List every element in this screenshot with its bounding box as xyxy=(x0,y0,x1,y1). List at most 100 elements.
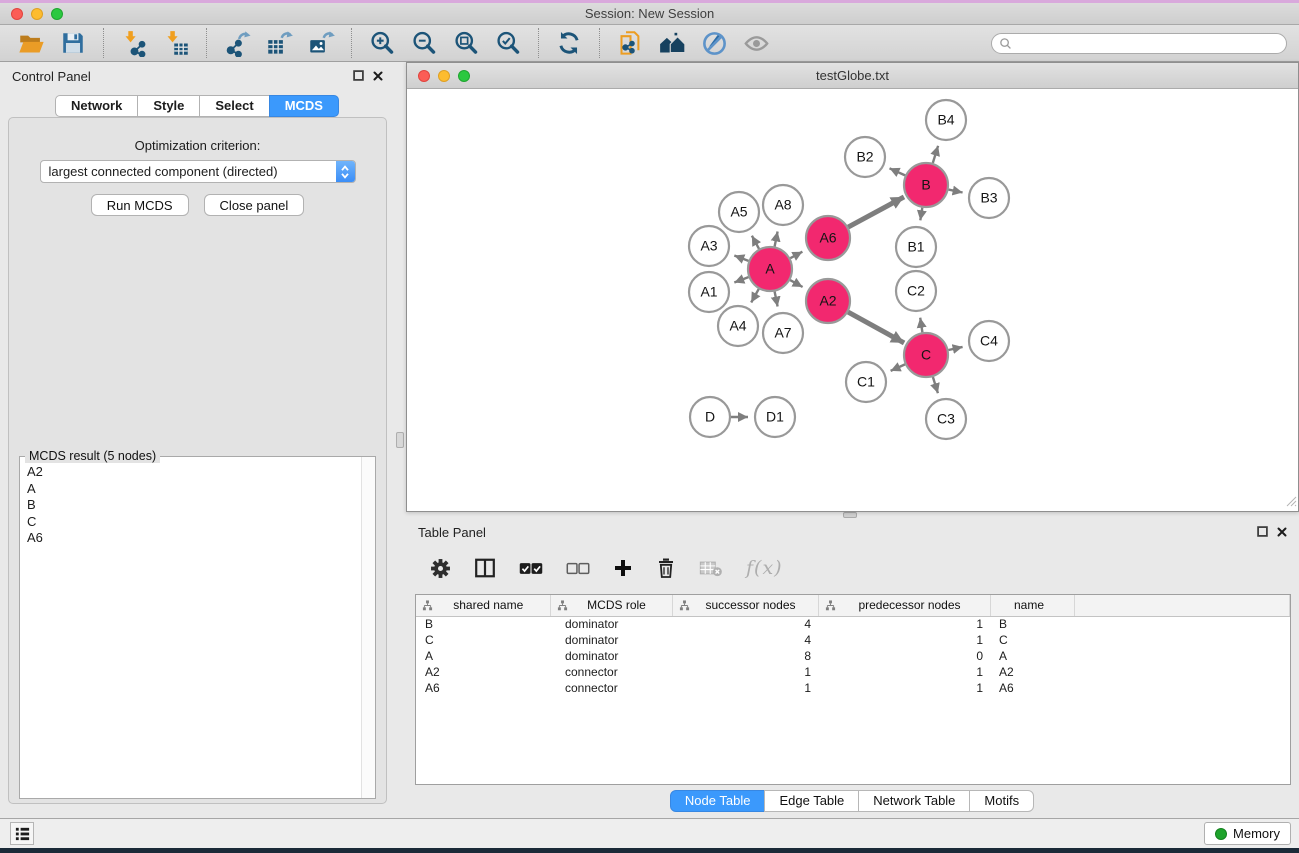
float-panel-icon[interactable] xyxy=(353,69,364,84)
zoom-selected-icon[interactable] xyxy=(493,28,523,58)
task-history-icon[interactable] xyxy=(10,822,34,845)
graph-edge-A6-B[interactable] xyxy=(848,197,904,227)
graph-edge-B-B4[interactable] xyxy=(933,146,938,163)
close-panel-icon[interactable] xyxy=(373,69,383,84)
hide-graphics-details-icon[interactable] xyxy=(699,28,729,58)
delete-table-icon[interactable] xyxy=(699,560,723,577)
graph-edge-A-A1[interactable] xyxy=(734,277,748,282)
graph-edge-C-C2[interactable] xyxy=(920,318,922,333)
graph-edge-A-A5[interactable] xyxy=(752,236,759,249)
table-row[interactable]: Adominator80A xyxy=(416,648,1290,664)
node-table[interactable]: shared nameMCDS rolesuccessor nodesprede… xyxy=(416,595,1290,696)
graph-edge-B-B1[interactable] xyxy=(920,208,922,221)
deselect-all-icon[interactable] xyxy=(566,561,590,576)
import-table-icon[interactable] xyxy=(161,28,191,58)
table-cell[interactable]: 1 xyxy=(818,664,990,680)
birds-eye-view-icon[interactable] xyxy=(741,28,771,58)
table-cell[interactable]: 0 xyxy=(818,648,990,664)
resize-grip-icon[interactable] xyxy=(1286,495,1297,510)
table-cell[interactable]: dominator xyxy=(550,616,672,632)
network-graph[interactable]: B4B2BB3A8A5A6A3B1AA1C2A2A4A7C4CC1C3DD1 xyxy=(407,89,1298,511)
tab-edge-table[interactable]: Edge Table xyxy=(764,790,859,812)
graph-edge-A-A8[interactable] xyxy=(775,232,778,247)
mcds-result-scrollbar[interactable] xyxy=(361,457,375,798)
tab-motifs[interactable]: Motifs xyxy=(969,790,1034,812)
table-cell[interactable]: A6 xyxy=(416,680,550,696)
save-session-icon[interactable] xyxy=(58,28,88,58)
table-row[interactable]: A6connector11A6 xyxy=(416,680,1290,696)
export-table-icon[interactable] xyxy=(264,28,294,58)
table-cell[interactable]: 1 xyxy=(672,664,818,680)
column-header-MCDS-role[interactable]: MCDS role xyxy=(550,595,672,616)
table-cell[interactable]: B xyxy=(990,616,1074,632)
add-row-icon[interactable] xyxy=(613,558,633,578)
graph-edge-A-A4[interactable] xyxy=(751,289,759,302)
table-row[interactable]: Cdominator41C xyxy=(416,632,1290,648)
column-header-name[interactable]: name xyxy=(990,595,1074,616)
column-header-predecessor-nodes[interactable]: predecessor nodes xyxy=(818,595,990,616)
table-cell[interactable]: A xyxy=(990,648,1074,664)
clone-network-icon[interactable] xyxy=(615,28,645,58)
search-input[interactable] xyxy=(991,33,1287,54)
vertical-splitter[interactable] xyxy=(395,62,406,818)
memory-button[interactable]: Memory xyxy=(1204,822,1291,845)
table-cell[interactable]: 1 xyxy=(672,680,818,696)
network-canvas-area[interactable]: B4B2BB3A8A5A6A3B1AA1C2A2A4A7C4CC1C3DD1 xyxy=(407,89,1298,511)
close-panel-icon[interactable] xyxy=(1277,525,1287,540)
column-header-successor-nodes[interactable]: successor nodes xyxy=(672,595,818,616)
table-cell[interactable]: dominator xyxy=(550,632,672,648)
export-image-icon[interactable] xyxy=(306,28,336,58)
table-cell[interactable]: C xyxy=(416,632,550,648)
graph-edge-B-B3[interactable] xyxy=(949,190,963,193)
tab-node-table[interactable]: Node Table xyxy=(670,790,766,812)
graph-edge-B-B2[interactable] xyxy=(890,168,906,175)
table-cell[interactable]: 4 xyxy=(672,632,818,648)
table-cell[interactable]: 1 xyxy=(818,616,990,632)
table-cell[interactable]: connector xyxy=(550,680,672,696)
tab-network[interactable]: Network xyxy=(55,95,138,117)
table-cell[interactable]: A xyxy=(416,648,550,664)
tab-mcds[interactable]: MCDS xyxy=(269,95,339,117)
criterion-dropdown[interactable]: largest connected component (directed) xyxy=(40,160,356,183)
table-cell[interactable]: 1 xyxy=(818,680,990,696)
table-cell[interactable]: 4 xyxy=(672,616,818,632)
table-row[interactable]: Bdominator41B xyxy=(416,616,1290,632)
graph-edge-C-C4[interactable] xyxy=(949,347,963,350)
table-cell[interactable]: B xyxy=(416,616,550,632)
graph-edge-A-A3[interactable] xyxy=(734,256,748,261)
graph-edge-C-C3[interactable] xyxy=(933,377,938,393)
tab-select[interactable]: Select xyxy=(199,95,269,117)
table-cell[interactable]: C xyxy=(990,632,1074,648)
network-window-titlebar[interactable]: testGlobe.txt xyxy=(407,63,1298,89)
zoom-fit-icon[interactable] xyxy=(451,28,481,58)
column-layout-icon[interactable] xyxy=(474,557,496,579)
vertical-splitter-handle[interactable] xyxy=(396,432,404,448)
run-mcds-button[interactable]: Run MCDS xyxy=(91,194,189,216)
table-cell[interactable]: dominator xyxy=(550,648,672,664)
table-cell[interactable]: A2 xyxy=(990,664,1074,680)
refresh-icon[interactable] xyxy=(554,28,584,58)
zoom-out-icon[interactable] xyxy=(409,28,439,58)
graph-edge-A2-C[interactable] xyxy=(848,312,904,343)
graph-edge-A-A2[interactable] xyxy=(790,280,803,287)
table-cell[interactable]: 1 xyxy=(818,632,990,648)
zoom-in-icon[interactable] xyxy=(367,28,397,58)
tab-style[interactable]: Style xyxy=(137,95,200,117)
table-cell[interactable]: A2 xyxy=(416,664,550,680)
table-cell[interactable]: A6 xyxy=(990,680,1074,696)
export-network-icon[interactable] xyxy=(222,28,252,58)
function-builder-icon[interactable]: f(x) xyxy=(746,557,783,579)
import-network-icon[interactable] xyxy=(119,28,149,58)
float-panel-icon[interactable] xyxy=(1257,525,1268,540)
table-row[interactable]: A2connector11A2 xyxy=(416,664,1290,680)
graph-edge-C-C1[interactable] xyxy=(891,364,905,371)
table-cell[interactable]: connector xyxy=(550,664,672,680)
select-all-icon[interactable] xyxy=(519,561,543,576)
graph-edge-A-A6[interactable] xyxy=(790,252,802,259)
close-panel-button[interactable]: Close panel xyxy=(204,194,305,216)
open-session-icon[interactable] xyxy=(16,28,46,58)
graph-edge-A-A7[interactable] xyxy=(775,292,778,307)
table-cell[interactable]: 8 xyxy=(672,648,818,664)
mcds-result-list[interactable]: A2ABCA6 xyxy=(21,460,360,797)
column-header-shared-name[interactable]: shared name xyxy=(416,595,550,616)
